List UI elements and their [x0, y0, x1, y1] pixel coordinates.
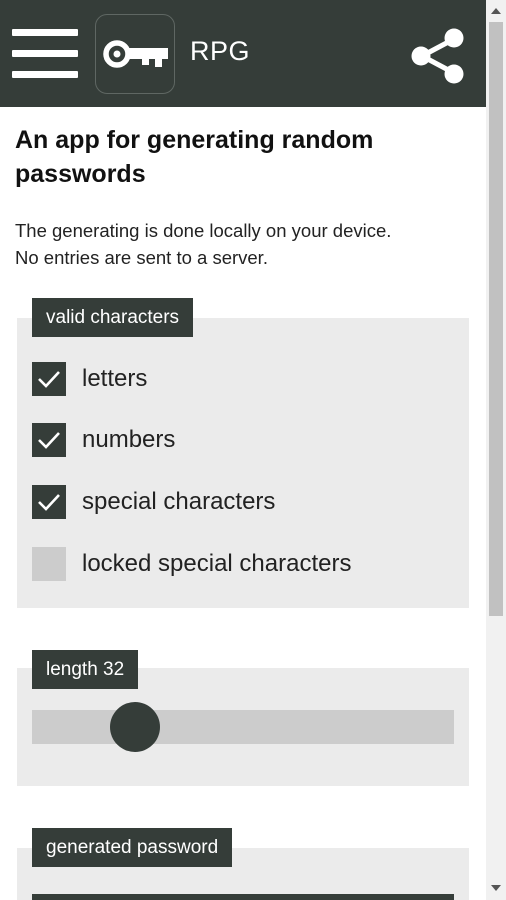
locked-special-characters-checkbox[interactable]: [32, 547, 66, 581]
valid-characters-title: valid characters: [32, 298, 194, 337]
checkmark-icon: [38, 371, 60, 388]
option-label: locked special characters: [82, 550, 352, 577]
special-characters-checkbox[interactable]: [32, 485, 66, 519]
length-slider-thumb[interactable]: [110, 702, 161, 752]
app-title: RPG: [190, 36, 251, 66]
scroll-down-arrow-icon[interactable]: [491, 885, 501, 891]
page-scrollbar[interactable]: [486, 0, 506, 900]
length-title: length 32: [32, 650, 139, 689]
share-icon: [411, 28, 464, 84]
numbers-checkbox[interactable]: [32, 423, 66, 457]
share-button[interactable]: [408, 26, 468, 86]
generated-password-field[interactable]: [32, 894, 454, 900]
scrollbar-thumb[interactable]: [489, 22, 503, 616]
menu-button[interactable]: [12, 26, 80, 84]
top-app-bar: RPG: [0, 0, 486, 107]
valid-characters-panel: letters numbers special characters locke…: [17, 318, 469, 608]
letters-checkbox[interactable]: [32, 362, 66, 396]
checkmark-icon: [38, 494, 60, 511]
option-label: numbers: [82, 426, 176, 453]
key-icon: [103, 40, 168, 68]
app-viewport: RPG An app for generating random passwor…: [0, 0, 486, 900]
privacy-description: The generating is done locally on your d…: [15, 217, 485, 271]
generated-password-title: generated password: [32, 828, 233, 867]
scroll-up-arrow-icon[interactable]: [491, 8, 501, 14]
length-slider-track[interactable]: [32, 710, 454, 744]
option-label: special characters: [82, 488, 276, 515]
description-line: No entries are sent to a server.: [15, 247, 268, 268]
checkmark-icon: [38, 432, 60, 449]
description-line: The generating is done locally on your d…: [15, 220, 392, 241]
app-logo: [95, 14, 175, 94]
page-headline: An app for generating random passwords: [15, 126, 374, 188]
option-label: letters: [82, 365, 148, 392]
